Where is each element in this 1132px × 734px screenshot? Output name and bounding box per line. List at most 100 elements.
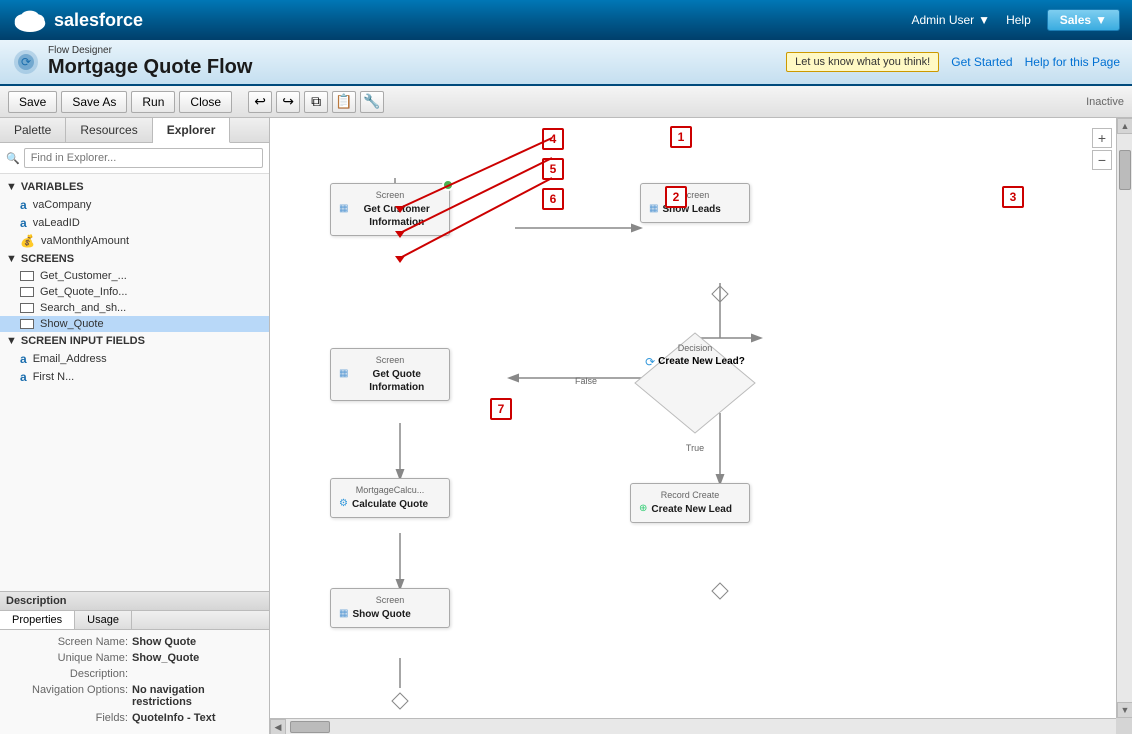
- get-started-link[interactable]: Get Started: [951, 55, 1012, 69]
- sub-header-left: ⟳ Flow Designer Mortgage Quote Flow: [12, 46, 252, 79]
- badge-4: 4: [542, 128, 564, 150]
- list-item[interactable]: 💰 vaMonthlyAmount: [0, 232, 269, 250]
- node-get-quote-information[interactable]: Screen ▦ Get Quote Information: [330, 348, 450, 401]
- list-item[interactable]: Get_Customer_...: [0, 268, 269, 284]
- screen-icon: ▦: [339, 608, 348, 619]
- sales-dropdown-icon: ▼: [1095, 13, 1107, 27]
- desc-row-unique-name: Unique Name: Show_Quote: [8, 652, 261, 664]
- undo-button[interactable]: ↩: [248, 91, 272, 113]
- copy-button[interactable]: ⧉: [304, 91, 328, 113]
- admin-user-button[interactable]: Admin User ▼: [911, 13, 990, 27]
- salesforce-text: salesforce: [54, 10, 143, 31]
- node-show-leads[interactable]: Screen ▦ Show Leads: [640, 183, 750, 223]
- decision-type-label: Decision: [630, 343, 760, 353]
- scroll-thumb-horizontal[interactable]: [290, 721, 330, 733]
- navigation-value: No navigation restrictions: [132, 684, 261, 708]
- toolbar: Save Save As Run Close ↩ ↪ ⧉ 📋 🔧 Inactiv…: [0, 86, 1132, 118]
- node-get-customer-information[interactable]: Screen ▦ Get Customer Information: [330, 183, 450, 236]
- description-content: Screen Name: Show Quote Unique Name: Sho…: [0, 630, 269, 734]
- node-type-label: Screen: [649, 190, 741, 200]
- settings-button[interactable]: 🔧: [360, 91, 384, 113]
- screen-name: Search_and_sh...: [40, 302, 126, 314]
- save-as-button[interactable]: Save As: [61, 91, 127, 113]
- node-name-label: Get Customer Information: [352, 203, 441, 229]
- tab-resources[interactable]: Resources: [66, 118, 152, 142]
- badge-6: 6: [542, 188, 564, 210]
- node-name-label: Show Quote: [352, 608, 410, 621]
- badge-7: 7: [490, 398, 512, 420]
- node-mortgage-calculate[interactable]: MortgageCalcu... ⚙ Calculate Quote: [330, 478, 450, 518]
- close-button[interactable]: Close: [179, 91, 232, 113]
- node-show-quote[interactable]: Screen ▦ Show Quote: [330, 588, 450, 628]
- salesforce-logo: salesforce: [12, 8, 143, 32]
- sales-button[interactable]: Sales ▼: [1047, 9, 1120, 31]
- scroll-thumb-vertical[interactable]: [1119, 150, 1131, 190]
- description-panel: Description Properties Usage Screen Name…: [0, 591, 269, 734]
- flow-designer-label: Flow Designer: [48, 46, 252, 56]
- false-label: False: [575, 376, 597, 386]
- list-item[interactable]: Show_Quote: [0, 316, 269, 332]
- cloud-logo-icon: [12, 8, 48, 32]
- badge-3: 3: [1002, 186, 1024, 208]
- vertical-scrollbar[interactable]: ▲ ▼: [1116, 118, 1132, 718]
- flow-canvas-area: Screen ▦ Get Customer Information Screen…: [270, 118, 1132, 734]
- redo-button[interactable]: ↪: [276, 91, 300, 113]
- field-name: First N...: [33, 371, 75, 383]
- zoom-out-button[interactable]: −: [1092, 150, 1112, 170]
- desc-row-description: Description:: [8, 668, 261, 680]
- description-header: Description: [0, 592, 269, 611]
- scroll-up-button[interactable]: ▲: [1117, 118, 1132, 134]
- admin-dropdown-icon: ▼: [978, 13, 990, 27]
- chevron-down-icon: ▼: [6, 181, 17, 193]
- list-item[interactable]: a First N...: [0, 368, 269, 386]
- node-record-create[interactable]: Record Create ⊕ Create New Lead: [630, 483, 750, 523]
- unique-name-label: Unique Name:: [8, 652, 128, 664]
- flow-canvas: Screen ▦ Get Customer Information Screen…: [270, 118, 1116, 718]
- screen-type-icon: [20, 319, 34, 329]
- horizontal-scrollbar[interactable]: ◀ ▶: [270, 718, 1116, 734]
- screen-name-value: Show Quote: [132, 636, 196, 648]
- list-item[interactable]: Search_and_sh...: [0, 300, 269, 316]
- svg-text:⟳: ⟳: [21, 55, 31, 69]
- help-link[interactable]: Help: [1006, 13, 1031, 27]
- feedback-button[interactable]: Let us know what you think!: [786, 52, 939, 72]
- screen-input-fields-section-header[interactable]: ▼ SCREEN INPUT FIELDS: [0, 332, 269, 350]
- node-type-label: MortgageCalcu...: [339, 485, 441, 495]
- screen-type-icon: [20, 303, 34, 313]
- desc-row-navigation: Navigation Options: No navigation restri…: [8, 684, 261, 708]
- scroll-left-button[interactable]: ◀: [270, 719, 286, 734]
- list-item[interactable]: a vaLeadID: [0, 214, 269, 232]
- field-type-icon: a: [20, 370, 27, 384]
- tab-explorer[interactable]: Explorer: [153, 118, 231, 143]
- screen-icon: ▦: [339, 203, 348, 214]
- help-page-link[interactable]: Help for this Page: [1025, 55, 1120, 69]
- screen-name-label: Screen Name:: [8, 636, 128, 648]
- screens-section-header[interactable]: ▼ SCREENS: [0, 250, 269, 268]
- tab-properties[interactable]: Properties: [0, 611, 75, 629]
- list-item[interactable]: a vaCompany: [0, 196, 269, 214]
- node-name-label: Create New Lead: [651, 503, 732, 516]
- search-icon: 🔍: [6, 152, 20, 165]
- variable-type-icon: 💰: [20, 234, 35, 248]
- screen-name: Get_Customer_...: [40, 270, 127, 282]
- canvas-scroll: Screen ▦ Get Customer Information Screen…: [270, 118, 1116, 718]
- zoom-in-button[interactable]: +: [1092, 128, 1112, 148]
- screen-type-icon: [20, 271, 34, 281]
- scroll-down-button[interactable]: ▼: [1117, 702, 1132, 718]
- save-button[interactable]: Save: [8, 91, 57, 113]
- variables-section-header[interactable]: ▼ VARIABLES: [0, 178, 269, 196]
- paste-button[interactable]: 📋: [332, 91, 356, 113]
- decision-name: Create New Lead?: [658, 356, 745, 368]
- tab-palette[interactable]: Palette: [0, 118, 66, 142]
- list-item[interactable]: a Email_Address: [0, 350, 269, 368]
- field-name: Email_Address: [33, 353, 107, 365]
- run-button[interactable]: Run: [131, 91, 175, 113]
- panel-tabs: Palette Resources Explorer: [0, 118, 269, 143]
- search-input[interactable]: [24, 148, 263, 168]
- chevron-down-icon: ▼: [6, 335, 17, 347]
- list-item[interactable]: Get_Quote_Info...: [0, 284, 269, 300]
- zoom-controls: + −: [1092, 128, 1112, 170]
- node-decision[interactable]: Decision ⟳ Create New Lead? False True: [630, 328, 760, 438]
- top-navigation: salesforce Admin User ▼ Help Sales ▼: [0, 0, 1132, 40]
- tab-usage[interactable]: Usage: [75, 611, 132, 629]
